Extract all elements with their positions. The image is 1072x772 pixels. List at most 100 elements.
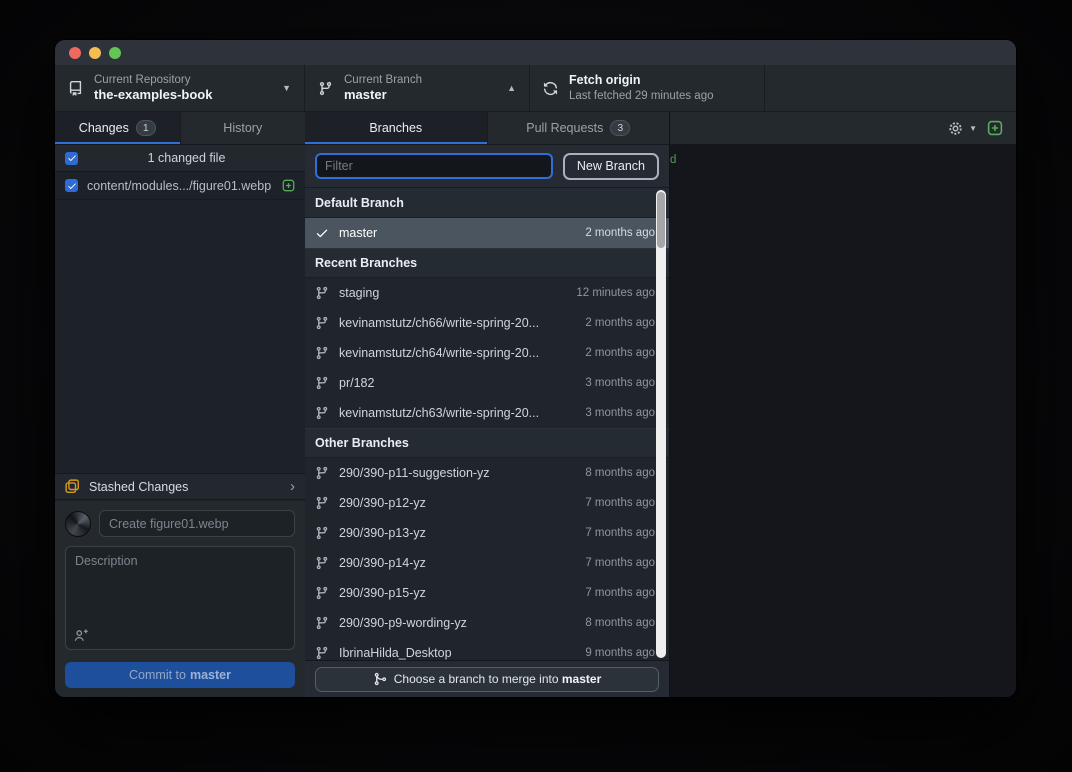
commit-summary-input[interactable] — [99, 510, 295, 537]
branch-list: Default Branchmaster2 months agoRecent B… — [305, 188, 669, 660]
check-icon — [315, 226, 330, 240]
branch-section-header: Default Branch — [305, 188, 669, 218]
branch-last-updated: 3 months ago — [575, 407, 655, 419]
branch-last-updated: 2 months ago — [575, 347, 655, 359]
diff-options-header: ▼ — [670, 112, 1016, 145]
gear-icon[interactable] — [948, 121, 963, 136]
zoom-window-button[interactable] — [109, 47, 121, 59]
chevron-down-icon: ▼ — [270, 83, 291, 93]
select-all-checkbox[interactable] — [65, 152, 78, 165]
tab-changes[interactable]: Changes 1 — [55, 112, 181, 144]
commit-description-input[interactable] — [66, 547, 294, 619]
changed-files-header: 1 changed file — [55, 145, 305, 172]
file-added-icon — [282, 179, 295, 192]
branch-filter-input[interactable] — [315, 153, 553, 179]
stash-icon — [65, 479, 80, 494]
branch-row[interactable]: IbrinaHilda_Desktop9 months ago — [305, 638, 669, 660]
branch-row[interactable]: kevinamstutz/ch64/write-spring-20...2 mo… — [305, 338, 669, 368]
scrollbar-thumb[interactable] — [657, 192, 665, 248]
branch-last-updated: 8 months ago — [575, 617, 655, 629]
tab-pull-requests[interactable]: Pull Requests 3 — [488, 112, 670, 144]
tab-history[interactable]: History — [181, 112, 306, 144]
git-branch-icon — [315, 556, 330, 570]
file-checkbox[interactable] — [65, 179, 78, 192]
desktop-background: Current Repository the-examples-book ▼ C… — [0, 0, 1072, 772]
fetch-origin-button[interactable]: Fetch origin Last fetched 29 minutes ago — [530, 65, 765, 111]
merge-button-branch: master — [562, 672, 601, 686]
branch-last-updated: 12 minutes ago — [566, 287, 655, 299]
merge-button-prefix: Choose a branch to merge into — [394, 672, 562, 686]
git-branch-icon — [315, 346, 330, 360]
close-window-button[interactable] — [69, 47, 81, 59]
branch-row[interactable]: staging12 minutes ago — [305, 278, 669, 308]
tab-branches-label: Branches — [369, 121, 422, 135]
branch-name: kevinamstutz/ch66/write-spring-20... — [339, 316, 539, 330]
branch-row[interactable]: master2 months ago — [305, 218, 669, 248]
branch-row[interactable]: 290/390-p11-suggestion-yz8 months ago — [305, 458, 669, 488]
branch-row[interactable]: 290/390-p9-wording-yz 8 months ago — [305, 608, 669, 638]
stashed-changes-label: Stashed Changes — [89, 480, 281, 494]
git-branch-icon — [315, 406, 330, 420]
branch-last-updated: 9 months ago — [575, 647, 655, 659]
git-branch-icon — [315, 586, 330, 600]
changed-file-row[interactable]: content/modules.../figure01.webp — [55, 172, 305, 200]
file-added-icon — [987, 120, 1003, 136]
tab-pull-requests-label: Pull Requests — [526, 121, 603, 135]
branches-tabbar: Branches Pull Requests 3 — [305, 112, 669, 145]
tab-history-label: History — [223, 121, 262, 135]
fetch-origin-sublabel: Last fetched 29 minutes ago — [569, 89, 714, 103]
github-desktop-window: Current Repository the-examples-book ▼ C… — [55, 40, 1016, 697]
fetch-origin-label: Fetch origin — [569, 73, 714, 89]
branch-row[interactable]: 290/390-p14-yz 7 months ago — [305, 548, 669, 578]
git-merge-icon — [373, 672, 387, 686]
git-branch-icon — [315, 466, 330, 480]
branch-row[interactable]: kevinamstutz/ch66/write-spring-20...2 mo… — [305, 308, 669, 338]
branch-row[interactable]: 290/390-p15-yz7 months ago — [305, 578, 669, 608]
changed-file-list: content/modules.../figure01.webp — [55, 172, 305, 200]
branch-row[interactable]: 290/390-p13-yz 7 months ago — [305, 518, 669, 548]
minimize-window-button[interactable] — [89, 47, 101, 59]
git-branch-icon — [315, 286, 330, 300]
commit-to-master-button[interactable]: Commit to master — [65, 662, 295, 688]
branch-last-updated: 7 months ago — [575, 557, 655, 569]
new-branch-button[interactable]: New Branch — [563, 153, 659, 180]
choose-branch-to-merge-button[interactable]: Choose a branch to merge into master — [315, 667, 659, 692]
branch-row[interactable]: kevinamstutz/ch63/write-spring-20...3 mo… — [305, 398, 669, 428]
git-branch-icon — [315, 526, 330, 540]
tab-branches[interactable]: Branches — [305, 112, 488, 144]
background-text-fragment: d — [670, 154, 676, 166]
current-repository-dropdown[interactable]: Current Repository the-examples-book ▼ — [55, 65, 305, 111]
current-branch-dropdown[interactable]: Current Branch master ▲ — [305, 65, 530, 111]
branch-name: 290/390-p9-wording-yz — [339, 616, 467, 630]
sync-icon — [543, 81, 558, 96]
changes-sidebar: Changes 1 History 1 changed file content… — [55, 112, 305, 697]
branch-last-updated: 7 months ago — [575, 527, 655, 539]
branch-name: 290/390-p13-yz — [339, 526, 426, 540]
repo-icon — [68, 81, 83, 96]
branch-section-header: Other Branches — [305, 428, 669, 458]
stashed-changes-row[interactable]: Stashed Changes › — [55, 473, 305, 500]
commit-button-branch: master — [190, 668, 231, 682]
git-branch-icon — [315, 496, 330, 510]
branch-last-updated: 7 months ago — [575, 497, 655, 509]
branch-section-header: Recent Branches — [305, 248, 669, 278]
commit-description-box — [65, 546, 295, 650]
current-repository-label: Current Repository — [94, 73, 212, 87]
current-repository-value: the-examples-book — [94, 87, 212, 103]
changed-files-count: 1 changed file — [78, 151, 295, 165]
branch-row[interactable]: pr/1823 months ago — [305, 368, 669, 398]
branch-name: 290/390-p14-yz — [339, 556, 426, 570]
file-path: content/modules.../figure01.webp — [87, 179, 273, 193]
git-branch-icon — [318, 81, 333, 96]
commit-form: Commit to master — [55, 501, 305, 697]
pull-requests-count-badge: 3 — [610, 120, 630, 136]
add-coauthor-icon[interactable] — [74, 628, 89, 643]
branch-name: 290/390-p15-yz — [339, 586, 426, 600]
changes-count-badge: 1 — [136, 120, 156, 136]
avatar — [65, 511, 91, 537]
scrollbar-track[interactable] — [656, 190, 666, 658]
chevron-down-icon[interactable]: ▼ — [969, 124, 977, 133]
git-branch-icon — [315, 376, 330, 390]
branch-filter-row: New Branch — [305, 145, 669, 188]
branch-row[interactable]: 290/390-p12-yz7 months ago — [305, 488, 669, 518]
